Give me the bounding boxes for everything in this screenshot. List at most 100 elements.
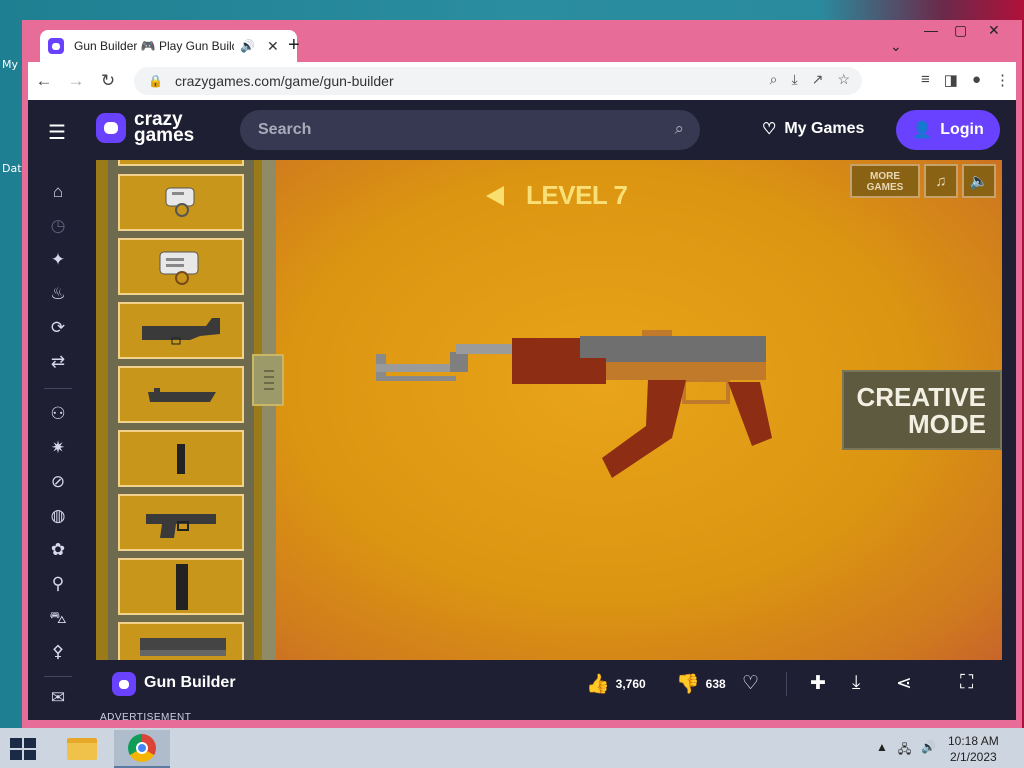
trending-flame-icon[interactable]: ♨ (46, 284, 70, 304)
thumbs-up-icon: 👍 (586, 674, 610, 695)
recent-clock-icon[interactable]: ◷ (46, 216, 70, 236)
network-icon[interactable]: 🖧 (898, 740, 911, 761)
new-sparkle-icon[interactable]: ✦ (46, 250, 70, 270)
sound-speaker-icon[interactable]: 🔈 (962, 164, 996, 198)
part-slot-magazine[interactable] (118, 430, 244, 487)
updated-refresh-icon[interactable]: ⟳ (46, 318, 70, 338)
part-slot-pistol[interactable] (118, 494, 244, 551)
browser-toolbar: ← → ↻ 🔒 crazygames.com/game/gun-builder … (28, 62, 1016, 100)
maximize-button[interactable]: ▢ (954, 22, 967, 39)
crazygames-favicon-icon (48, 38, 64, 54)
reload-icon[interactable]: ↻ (92, 71, 124, 91)
bike-icon[interactable]: ⚲ (46, 574, 70, 594)
back-arrow-icon[interactable]: ← (28, 71, 60, 91)
windows-start-icon[interactable] (10, 738, 36, 760)
share-icon[interactable]: ⋖ (896, 672, 912, 695)
close-tab-icon[interactable]: ✕ (267, 38, 279, 55)
search-input[interactable]: Search ⌕ (240, 110, 700, 150)
previous-level-arrow-icon[interactable] (486, 185, 504, 206)
bookmark-star-icon[interactable]: ☆ (837, 71, 850, 88)
part-slot-receiver[interactable] (118, 302, 244, 359)
action-icon[interactable]: ✷ (46, 438, 70, 458)
install-icon[interactable]: ⤓ (792, 71, 798, 88)
file-explorer-button[interactable] (54, 730, 110, 768)
game-canvas[interactable]: LEVEL 7 MORE GAMES ♫ 🔈 CREATIVE MODE (96, 160, 1002, 660)
download-icon[interactable]: ⤓ (852, 672, 860, 694)
login-button[interactable]: 👤 Login (896, 110, 1000, 150)
basketball-icon[interactable]: ◍ (46, 506, 70, 526)
speaker-icon[interactable]: 🔊 (240, 39, 255, 53)
music-note-icon[interactable]: ♫ (924, 164, 958, 198)
my-games-link[interactable]: ♡ My Games (762, 119, 864, 139)
game-footer-bar: Gun Builder 👍 3,760 👎 638 ♡ ✚ ⤓ ⋖ ⛶ (96, 660, 1002, 708)
like-button[interactable]: 👍 3,760 (586, 672, 646, 696)
game-title: Gun Builder (144, 674, 236, 691)
tab-gun-builder[interactable]: Gun Builder 🎮 Play Gun Builder Online 🔊 … (40, 30, 297, 62)
menu-collapse-icon[interactable]: ☰ (48, 120, 66, 145)
part-slot-revolver-frame[interactable] (118, 238, 244, 295)
game-logo-icon (112, 672, 136, 696)
mail-icon[interactable]: ✉ (46, 688, 70, 708)
car-icon[interactable]: ⛍ (46, 608, 70, 630)
parts-scroll-thumb[interactable] (252, 354, 284, 406)
part-slot-long-magazine[interactable] (118, 558, 244, 615)
dislike-count: 638 (705, 677, 726, 691)
sidebar: ⌂ ◷ ✦ ♨ ⟳ ⇄ ⚇ ✷ ⊘ ◍ ✿ ⚲ ⛍ ⚴ ✉ (28, 160, 88, 720)
crazygames-logo[interactable]: crazy games (96, 110, 195, 146)
random-shuffle-icon[interactable]: ⇄ (46, 352, 70, 372)
joystick-icon[interactable]: ⚴ (46, 642, 70, 662)
address-bar[interactable]: 🔒 crazygames.com/game/gun-builder ⌕ ⤓ ↗ … (134, 67, 862, 95)
share-icon[interactable]: ↗ (812, 71, 824, 88)
taskbar-clock[interactable]: 10:18 AM 2/1/2023 (948, 733, 999, 765)
tab-title: Gun Builder 🎮 Play Gun Builder Online (74, 39, 234, 53)
search-icon[interactable]: ⌕ (674, 119, 684, 139)
report-bug-icon[interactable]: ✚ (810, 672, 826, 695)
part-slot-slide[interactable] (118, 622, 244, 660)
parts-scroll-track[interactable] (262, 160, 276, 660)
logo-badge-icon (96, 113, 126, 143)
sidebar-divider (44, 388, 72, 389)
search-page-icon[interactable]: ⌕ (770, 71, 778, 88)
side-panel-icon[interactable]: ◨ (944, 71, 958, 89)
minimize-button[interactable]: — (924, 22, 938, 38)
clock-date: 2/1/2023 (949, 750, 997, 764)
like-count: 3,760 (615, 677, 646, 691)
crazygames-site: ☰ crazy games Search ⌕ ♡ My Games 👤 Logi… (28, 100, 1016, 720)
folder-icon (67, 738, 97, 760)
user-icon: 👤 (912, 122, 933, 139)
part-slot-revolver-cylinder[interactable] (118, 174, 244, 231)
dislike-button[interactable]: 👎 638 (676, 672, 726, 696)
creative-mode-button[interactable]: CREATIVE MODE (842, 370, 1002, 450)
url-text: crazygames.com/game/gun-builder (174, 73, 394, 89)
forward-arrow-icon[interactable]: → (60, 71, 92, 91)
close-window-button[interactable]: ✕ (988, 22, 1000, 39)
sidebar-divider (44, 676, 72, 677)
home-icon[interactable]: ⌂ (46, 182, 70, 202)
tray-chevron-up-icon[interactable]: ▲ (876, 740, 888, 761)
advertisement-label: ADVERTISEMENT (100, 712, 192, 720)
logo-text-games: games (134, 125, 195, 146)
two-player-icon[interactable]: ⚇ (46, 404, 70, 424)
desktop-icon-label-dat[interactable]: Dat (2, 162, 22, 175)
parts-panel (96, 160, 284, 660)
volume-icon[interactable]: 🔊 (921, 740, 936, 761)
more-games-button[interactable]: MORE GAMES (850, 164, 920, 198)
fullscreen-icon[interactable]: ⛶ (960, 672, 973, 694)
chrome-taskbar-button[interactable] (114, 730, 170, 768)
search-placeholder: Search (258, 121, 312, 138)
new-tab-button[interactable]: + (288, 34, 300, 57)
profile-avatar-icon[interactable]: ● (972, 71, 981, 89)
media-playlist-icon[interactable]: ≡ (921, 71, 930, 89)
menu-kebab-icon[interactable]: ⋮ (995, 71, 1010, 89)
system-tray: ▲ 🖧 🔊 (876, 740, 936, 761)
tab-search-chevron-icon[interactable]: ⌄ (890, 38, 902, 55)
adventure-compass-icon[interactable]: ⊘ (46, 472, 70, 492)
favorite-heart-icon[interactable]: ♡ (742, 672, 759, 695)
lock-icon[interactable]: 🔒 (148, 74, 163, 88)
part-slot-partial[interactable] (118, 160, 244, 166)
more-games-label-2: GAMES (866, 182, 904, 193)
casual-flower-icon[interactable]: ✿ (46, 540, 70, 560)
desktop-icon-label-my[interactable]: My (2, 58, 18, 71)
assault-rifle-build (376, 330, 772, 478)
part-slot-barrel[interactable] (118, 366, 244, 423)
